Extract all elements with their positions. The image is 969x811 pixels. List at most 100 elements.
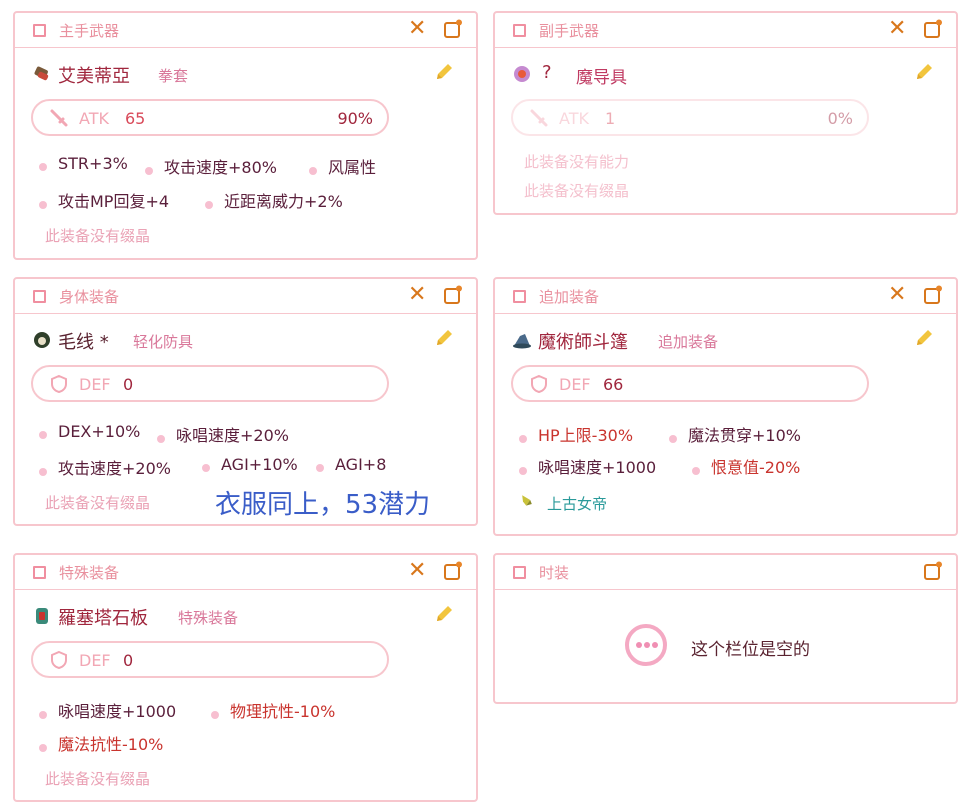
no-crystal-text: 此装备没有缀晶 bbox=[45, 770, 151, 788]
card-header: 主手武器 ✕ bbox=[15, 13, 476, 48]
close-icon[interactable]: ✕ bbox=[408, 559, 426, 583]
card-additional: 追加装备 ✕ 魔術師斗篷 追加装备 DEF 66 HP上限-30% 魔法贯穿+1… bbox=[493, 277, 958, 536]
stat-value: 1 bbox=[605, 109, 616, 128]
item-row: ? 魔导具 bbox=[512, 61, 956, 89]
item-type: 拳套 bbox=[158, 67, 189, 85]
select-checkbox[interactable] bbox=[513, 566, 526, 579]
shield-icon bbox=[51, 650, 67, 670]
close-icon[interactable]: ✕ bbox=[888, 17, 906, 41]
card-title: 副手武器 bbox=[539, 22, 600, 40]
annotation-text: 衣服同上，53潜力 bbox=[215, 490, 431, 520]
item-name: 艾美蒂亞 bbox=[58, 66, 130, 87]
tablet-icon bbox=[36, 608, 48, 624]
item-name: 毛线 * bbox=[58, 332, 109, 353]
card-title: 主手武器 bbox=[59, 22, 120, 40]
stat-label: DEF bbox=[559, 375, 591, 394]
attr-item: 咏唱速度+20% bbox=[157, 422, 289, 446]
attr-item: AGI+10% bbox=[202, 455, 298, 474]
select-checkbox[interactable] bbox=[33, 290, 46, 303]
stat-label: ATK bbox=[559, 109, 589, 128]
no-crystal-text: 此装备没有缀晶 bbox=[45, 494, 151, 512]
attr-item: 风属性 bbox=[309, 154, 376, 178]
stat-pill: ATK 65 90% bbox=[31, 99, 389, 136]
stat-pill: DEF 66 bbox=[511, 365, 869, 402]
card-header: 追加装备 ✕ bbox=[495, 279, 956, 314]
pencil-icon[interactable] bbox=[913, 61, 935, 83]
pencil-icon[interactable] bbox=[913, 327, 935, 349]
close-icon[interactable]: ✕ bbox=[888, 283, 906, 307]
stat-value: 0 bbox=[123, 375, 134, 394]
card-header: 身体装备 ✕ bbox=[15, 279, 476, 314]
item-row: 羅塞塔石板 特殊装备 bbox=[32, 603, 476, 631]
item-row: 艾美蒂亞 拳套 bbox=[32, 61, 476, 89]
attr-item: 魔法贯穿+10% bbox=[669, 422, 801, 446]
pencil-icon[interactable] bbox=[433, 327, 455, 349]
armor-icon bbox=[34, 332, 50, 348]
item-type: 魔导具 bbox=[576, 68, 627, 88]
item-row: 魔術師斗篷 追加装备 bbox=[512, 327, 956, 355]
select-checkbox[interactable] bbox=[33, 24, 46, 37]
pencil-icon[interactable] bbox=[433, 603, 455, 625]
stat-pill: DEF 0 bbox=[31, 641, 389, 678]
edit-icon[interactable] bbox=[443, 19, 463, 39]
attr-item: 物理抗性-10% bbox=[211, 698, 335, 722]
no-crystal-text: 此装备没有缀晶 bbox=[45, 227, 151, 245]
knuckle-icon bbox=[34, 66, 49, 81]
card-special: 特殊装备 ✕ 羅塞塔石板 特殊装备 DEF 0 咏唱速度+1000 物理抗性-1… bbox=[13, 553, 478, 802]
stat-value: 66 bbox=[603, 375, 624, 394]
attr-item: 魔法抗性-10% bbox=[39, 731, 163, 755]
stat-label: DEF bbox=[79, 375, 111, 394]
item-type: 特殊装备 bbox=[178, 609, 239, 627]
attr-item: 攻击MP回复+4 bbox=[39, 188, 169, 212]
edit-icon[interactable] bbox=[923, 285, 943, 305]
stat-percent: 0% bbox=[827, 109, 853, 128]
edit-icon[interactable] bbox=[923, 19, 943, 39]
attr-item: 近距离威力+2% bbox=[205, 188, 343, 212]
stat-pill: DEF 0 bbox=[31, 365, 389, 402]
edit-icon[interactable] bbox=[443, 285, 463, 305]
item-type: 轻化防具 bbox=[133, 333, 194, 351]
stat-pill: ATK 1 0% bbox=[511, 99, 869, 136]
attr-item: HP上限-30% bbox=[519, 422, 633, 446]
attr-item: AGI+8 bbox=[316, 455, 386, 474]
item-name: ? bbox=[542, 62, 552, 83]
edit-icon[interactable] bbox=[923, 561, 943, 581]
select-checkbox[interactable] bbox=[513, 290, 526, 303]
sword-icon bbox=[50, 109, 68, 127]
card-header: 时装 bbox=[495, 555, 956, 590]
attr-item: 咏唱速度+1000 bbox=[39, 698, 176, 722]
close-icon[interactable]: ✕ bbox=[408, 283, 426, 307]
close-icon[interactable]: ✕ bbox=[408, 17, 426, 41]
item-name: 羅塞塔石板 bbox=[58, 608, 148, 629]
stat-percent: 90% bbox=[337, 109, 373, 128]
edit-icon[interactable] bbox=[443, 561, 463, 581]
attr-item: 咏唱速度+1000 bbox=[519, 454, 656, 478]
no-ability-text: 此装备没有能力 bbox=[524, 153, 630, 171]
card-title: 身体装备 bbox=[59, 288, 120, 306]
card-fashion: 时装 这个栏位是空的 bbox=[493, 553, 958, 704]
attr-item: 恨意值-20% bbox=[692, 454, 800, 478]
stat-label: ATK bbox=[79, 109, 109, 128]
empty-slot-text: 这个栏位是空的 bbox=[691, 640, 810, 660]
magic-device-icon bbox=[514, 66, 530, 82]
item-type: 追加装备 bbox=[658, 333, 719, 351]
ellipsis-icon bbox=[625, 624, 667, 666]
shield-icon bbox=[51, 374, 67, 394]
sword-icon bbox=[530, 109, 548, 127]
no-crystal-text: 此装备没有缀晶 bbox=[524, 182, 630, 200]
card-title: 追加装备 bbox=[539, 288, 600, 306]
stat-value: 65 bbox=[125, 109, 146, 128]
item-row: 毛线 * 轻化防具 bbox=[32, 327, 476, 355]
item-name: 魔術師斗篷 bbox=[538, 332, 628, 353]
card-sub-weapon: 副手武器 ✕ ? 魔导具 ATK 1 0% 此装备没有能力 此装备没有缀晶 bbox=[493, 11, 958, 215]
pencil-icon[interactable] bbox=[433, 61, 455, 83]
card-title: 特殊装备 bbox=[59, 564, 120, 582]
shield-icon bbox=[531, 374, 547, 394]
attr-item: DEX+10% bbox=[39, 422, 140, 441]
select-checkbox[interactable] bbox=[513, 24, 526, 37]
stat-value: 0 bbox=[123, 651, 134, 670]
card-header: 特殊装备 ✕ bbox=[15, 555, 476, 590]
select-checkbox[interactable] bbox=[33, 566, 46, 579]
crystal-icon bbox=[522, 495, 532, 506]
attr-item: 攻击速度+80% bbox=[145, 154, 277, 178]
